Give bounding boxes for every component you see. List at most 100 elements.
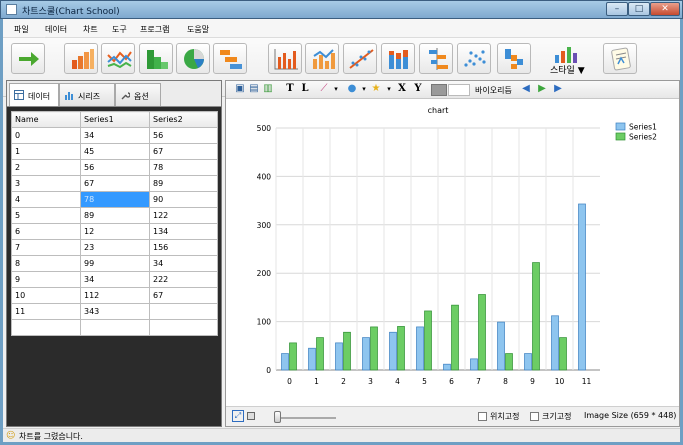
grid-cell[interactable]: 7 [11,239,81,256]
next-icon[interactable]: ▶ [552,83,564,95]
grid-cell[interactable]: 89 [149,175,218,192]
tab-data[interactable]: 데이터 [9,83,59,106]
grid-header-name[interactable]: Name [11,111,81,128]
grid-cell[interactable]: 122 [149,207,218,224]
grid-cell[interactable]: 67 [149,143,218,160]
grid-cell[interactable]: 34 [80,271,150,288]
bar-chart-button[interactable] [64,43,98,74]
grid-cell[interactable]: 134 [149,223,218,240]
prev-icon[interactable]: ◀ [520,83,532,95]
zoom-slider-track[interactable] [274,417,336,419]
save-icon[interactable]: ▣ [234,83,246,95]
grid-cell[interactable]: 222 [149,271,218,288]
grid-cell[interactable] [149,303,218,320]
table-row: 6 12 134 [11,223,218,240]
grid-cell[interactable]: 112 [80,287,150,304]
grid-cell[interactable]: 90 [149,191,218,208]
grid-cell[interactable]: 56 [149,127,218,144]
legend-text-button[interactable]: L [299,83,311,95]
column-grid-button[interactable] [268,43,302,74]
menu-data[interactable]: 데이터 [45,24,67,35]
title-text-button[interactable]: T [284,83,296,95]
close-button[interactable]: ✕ [650,2,680,16]
menu-chart[interactable]: 차트 [83,24,98,35]
fix-position-checkbox[interactable] [478,412,487,421]
color-input[interactable] [448,84,470,96]
grid-cell[interactable]: 11 [11,303,81,320]
grid-header-series1[interactable]: Series1 [80,111,150,128]
minimize-button[interactable]: – [606,2,628,16]
y-tick-label: 0 [266,366,271,375]
x-tick-label: 1 [314,377,319,386]
grid-cell[interactable]: 12 [80,223,150,240]
line-style-icon[interactable]: ⟋ [318,83,330,95]
arrow-button[interactable] [11,43,45,74]
grid-cell[interactable]: 67 [149,287,218,304]
color-swatch[interactable] [431,84,447,96]
bar-series1-11 [578,203,586,371]
grid-cell[interactable]: 10 [11,287,81,304]
waterfall-button[interactable] [497,43,531,74]
step-chart-button[interactable] [139,43,173,74]
tab-series[interactable]: 시리즈 [59,83,115,106]
grid-cell[interactable]: 5 [11,207,81,224]
fit-icon[interactable]: ⤢ [232,410,244,422]
grid-cell[interactable] [80,319,150,336]
grid-cell[interactable]: 343 [80,303,150,320]
bar-line-button[interactable] [305,43,339,74]
actual-size-icon[interactable] [247,412,255,420]
grid-cell[interactable]: 56 [80,159,150,176]
grid-cell[interactable]: 78 [80,191,150,208]
fix-size-checkbox[interactable] [530,412,539,421]
grid-cell[interactable]: 23 [80,239,150,256]
y-axis-button[interactable]: Y [412,83,424,95]
line-style-dropdown-icon[interactable]: ▾ [330,83,342,95]
menu-file[interactable]: 파일 [14,24,29,35]
notes-button[interactable] [603,43,637,74]
x-axis-button[interactable]: X [396,83,408,95]
legend-label-series1: Series1 [629,123,657,132]
grid-cell[interactable] [11,319,81,336]
tab-options[interactable]: 옵션 [115,83,161,106]
marker-dropdown-icon[interactable]: ▾ [358,83,370,95]
export-icon[interactable]: ▥ [262,83,274,95]
grid-cell[interactable]: 0 [11,127,81,144]
marker-icon[interactable]: ● [346,83,358,95]
diverging-bar-button[interactable] [419,43,453,74]
maximize-button[interactable]: □ [628,2,650,16]
save-as-icon[interactable]: ▤ [248,83,260,95]
grid-cell[interactable]: 1 [11,143,81,160]
menu-tools[interactable]: 도구 [112,24,127,35]
scatter-trend-button[interactable] [343,43,377,74]
grid-header-series2[interactable]: Series2 [149,111,218,128]
star-icon[interactable]: ★ [370,83,382,95]
scatter-button[interactable] [457,43,491,74]
grid-cell[interactable]: 9 [11,271,81,288]
menu-program[interactable]: 프로그램 [140,24,169,35]
play-icon[interactable]: ▶ [536,83,548,95]
grid-cell[interactable]: 34 [80,127,150,144]
grid-cell[interactable]: 34 [149,255,218,272]
grid-cell[interactable]: 78 [149,159,218,176]
grid-cell[interactable]: 3 [11,175,81,192]
pie-chart-button[interactable] [176,43,210,74]
style-button[interactable]: 스타일 ▼ [541,41,593,77]
grid-cell[interactable]: 67 [80,175,150,192]
grid-cell[interactable]: 45 [80,143,150,160]
grid-cell[interactable]: 4 [11,191,81,208]
grid-cell[interactable]: 2 [11,159,81,176]
grid-cell[interactable]: 8 [11,255,81,272]
tab-data-label: 데이터 [28,92,51,101]
stacked-bar-button[interactable] [381,43,415,74]
grid-cell[interactable]: 99 [80,255,150,272]
line-chart-button[interactable] [101,43,135,74]
menu-help[interactable]: 도움말 [187,24,209,35]
grid-cell[interactable]: 89 [80,207,150,224]
gantt-chart-button[interactable] [213,43,247,74]
star-dropdown-icon[interactable]: ▾ [383,83,395,95]
grid-cell[interactable]: 156 [149,239,218,256]
zoom-slider-thumb[interactable] [274,411,281,423]
grid-cell[interactable]: 6 [11,223,81,240]
menu-bar: 파일 데이터 차트 도구 프로그램 도움말 [3,19,680,38]
grid-cell[interactable] [149,319,218,336]
